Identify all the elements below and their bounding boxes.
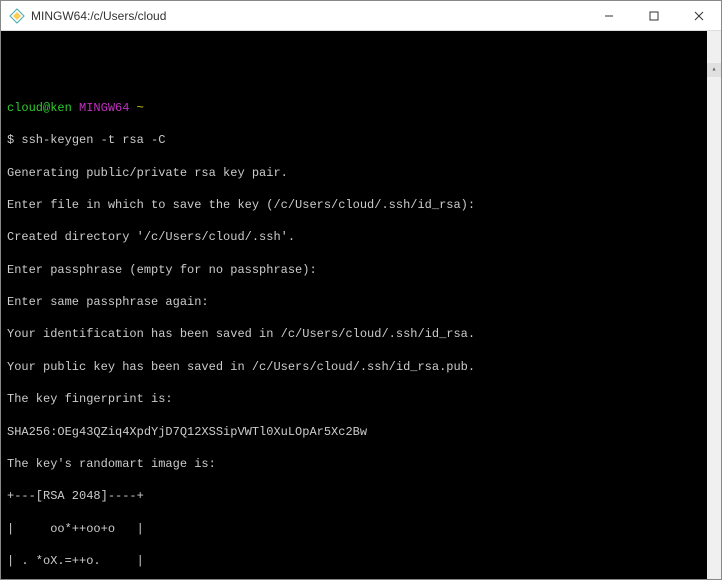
terminal[interactable]: ▴ cloud@ken MINGW64 ~ $ ssh-keygen -t rs…	[1, 31, 721, 579]
prompt-path: ~	[137, 101, 144, 115]
maximize-button[interactable]	[631, 1, 676, 31]
output-line: Created directory '/c/Users/cloud/.ssh'.	[7, 229, 701, 245]
output-line: Generating public/private rsa key pair.	[7, 165, 701, 181]
app-window: MINGW64:/c/Users/cloud ▴ cloud@ken MINGW…	[0, 0, 722, 580]
output-line: The key fingerprint is:	[7, 391, 701, 407]
minimize-button[interactable]	[586, 1, 631, 31]
randomart-line: +---[RSA 2048]----+	[7, 488, 701, 504]
prompt-line: cloud@ken MINGW64 ~	[7, 100, 701, 116]
window-title: MINGW64:/c/Users/cloud	[31, 9, 586, 23]
output-line: Enter passphrase (empty for no passphras…	[7, 262, 701, 278]
output-line: SHA256:OEg43QZiq4XpdYjD7Q12XSSipVWTl0XuL…	[7, 424, 701, 440]
terminal-content: cloud@ken MINGW64 ~ $ ssh-keygen -t rsa …	[7, 84, 701, 579]
prompt-userhost: cloud@ken	[7, 101, 72, 115]
command-line: $ ssh-keygen -t rsa -C	[7, 132, 701, 148]
close-button[interactable]	[676, 1, 721, 31]
output-line: Your identification has been saved in /c…	[7, 326, 701, 342]
randomart-line: | . *oX.=++o. |	[7, 553, 701, 569]
output-line: Enter file in which to save the key (/c/…	[7, 197, 701, 213]
output-line: Your public key has been saved in /c/Use…	[7, 359, 701, 375]
randomart-line: | oo*++oo+o |	[7, 521, 701, 537]
scrollbar[interactable]: ▴	[707, 31, 721, 579]
window-controls	[586, 1, 721, 31]
prompt-env: MINGW64	[79, 101, 129, 115]
command-text: ssh-keygen -t rsa -C	[21, 133, 165, 147]
titlebar[interactable]: MINGW64:/c/Users/cloud	[1, 1, 721, 31]
output-line: Enter same passphrase again:	[7, 294, 701, 310]
scroll-up-icon[interactable]: ▴	[707, 63, 721, 77]
output-line: The key's randomart image is:	[7, 456, 701, 472]
app-icon	[9, 8, 25, 24]
